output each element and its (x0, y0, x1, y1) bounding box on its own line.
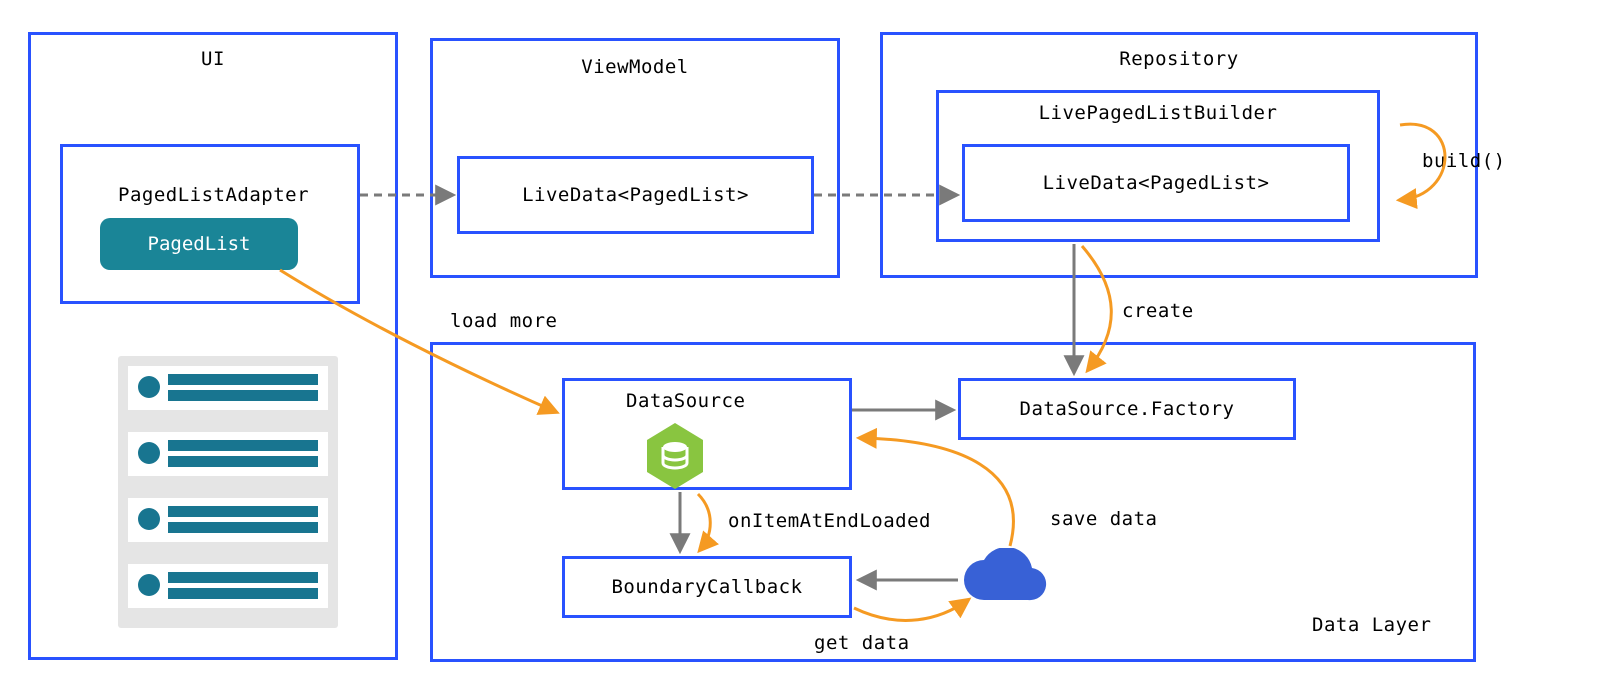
livepagedlistbuilder-label: LivePagedListBuilder (936, 102, 1380, 124)
create-label: create (1122, 300, 1194, 322)
datasource-label: DataSource (626, 390, 745, 412)
list-row (128, 564, 328, 608)
get-data-label: get data (814, 632, 910, 654)
viewmodel-title: ViewModel (430, 56, 840, 78)
list-row (128, 366, 328, 410)
pagedlist-pill-label: PagedList (148, 233, 251, 255)
cloud-icon (958, 548, 1050, 613)
viewmodel-livedata-box: LiveData<PagedList> (457, 156, 814, 234)
viewmodel-livedata-label: LiveData<PagedList> (522, 184, 749, 206)
repository-livedata-label: LiveData<PagedList> (1043, 172, 1270, 194)
list-row (128, 432, 328, 476)
load-more-label: load more (450, 310, 557, 332)
datasource-factory-box: DataSource.Factory (958, 378, 1296, 440)
build-label: build() (1422, 150, 1506, 172)
pagedlist-pill: PagedList (100, 218, 298, 270)
data-layer-title: Data Layer (1312, 614, 1431, 636)
save-data-label: save data (1050, 508, 1157, 530)
repository-title: Repository (880, 48, 1478, 70)
boundary-callback-box: BoundaryCallback (562, 556, 852, 618)
repository-livedata-box: LiveData<PagedList> (962, 144, 1350, 222)
diagram-canvas: UI PagedListAdapter PagedList ViewModel … (0, 0, 1600, 689)
paged-list-adapter-label: PagedListAdapter (118, 184, 309, 206)
on-item-end-label: onItemAtEndLoaded (728, 510, 931, 532)
datasource-factory-label: DataSource.Factory (1020, 398, 1235, 420)
boundary-callback-label: BoundaryCallback (611, 576, 802, 598)
ui-title: UI (28, 48, 398, 70)
database-icon (644, 420, 706, 492)
list-row (128, 498, 328, 542)
